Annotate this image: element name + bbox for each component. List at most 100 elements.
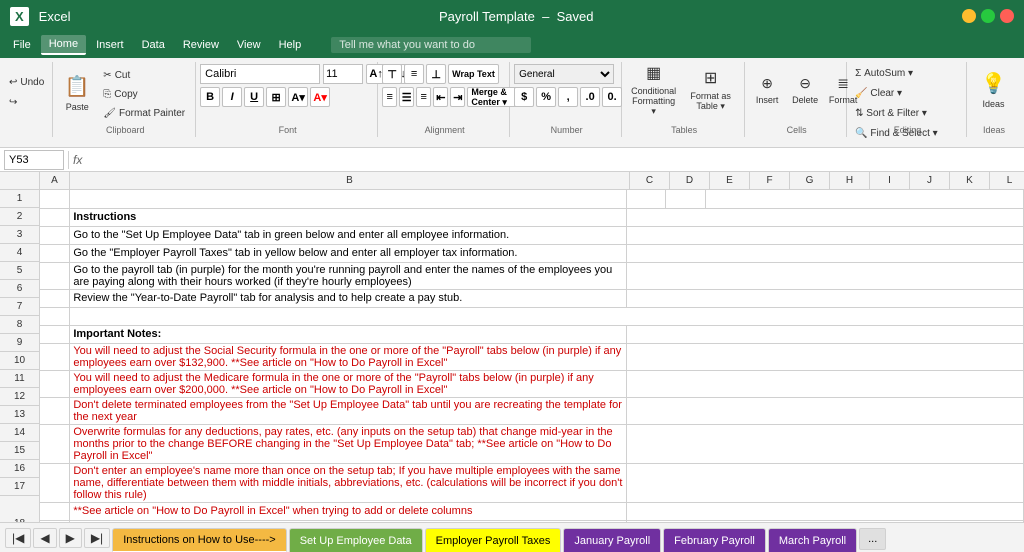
minimize-button[interactable] [962,9,976,23]
cell-A1[interactable] [40,190,70,208]
percent-button[interactable]: % [536,87,556,107]
cell-C15[interactable] [626,520,1023,522]
decimal-decrease-button[interactable]: 0. [602,87,622,107]
cell-B1[interactable] [70,190,626,208]
cell-C3[interactable] [626,226,1023,244]
cell-A8[interactable] [40,325,70,343]
decimal-increase-button[interactable]: .0 [580,87,600,107]
cell-B13[interactable]: Don't enter an employee's name more than… [70,463,626,502]
cell-C4[interactable] [626,244,1023,262]
cell-C13[interactable] [626,463,1023,502]
align-middle-button[interactable]: ≡ [404,64,424,84]
col-header-F[interactable]: F [750,172,790,189]
cell-B6[interactable]: Review the "Year-to-Date Payroll" tab fo… [70,289,626,307]
cell-C10[interactable] [626,370,1023,397]
cell-D1[interactable] [666,190,706,208]
tab-february[interactable]: February Payroll [663,528,766,552]
cell-A11[interactable] [40,397,70,424]
cell-A3[interactable] [40,226,70,244]
comma-button[interactable]: , [558,87,578,107]
insert-button[interactable]: ⊕ Insert [749,64,785,116]
italic-button[interactable]: I [222,87,242,107]
sort-filter-button[interactable]: ⇅ Sort & Filter ▾ [851,104,942,122]
row-header-15[interactable]: 15 [0,442,39,460]
align-bottom-button[interactable]: ⊥ [426,64,446,84]
cell-A7[interactable] [40,307,70,325]
align-center-button[interactable]: ☰ [399,87,414,107]
col-header-C[interactable]: C [630,172,670,189]
increase-indent-button[interactable]: ⇥ [450,87,465,107]
formula-input[interactable] [86,153,1020,167]
col-header-K[interactable]: K [950,172,990,189]
cell-C8[interactable] [626,325,1023,343]
col-header-L[interactable]: L [990,172,1024,189]
wrap-text-button[interactable]: Wrap Text [448,64,499,84]
cell-A5[interactable] [40,262,70,289]
col-header-A[interactable]: A [40,172,70,189]
menu-home[interactable]: Home [41,35,86,55]
fill-color-button[interactable]: A▾ [288,87,308,107]
row-header-17[interactable]: 17 [0,478,39,496]
col-header-I[interactable]: I [870,172,910,189]
select-all-corner[interactable] [0,172,40,189]
cell-C1[interactable] [626,190,666,208]
tab-prev-button[interactable]: ◀ [33,528,56,548]
cell-A12[interactable] [40,424,70,463]
cut-button[interactable]: ✂ Cut [99,66,189,84]
cell-A4[interactable] [40,244,70,262]
tab-first-button[interactable]: |◀ [5,528,31,548]
col-header-J[interactable]: J [910,172,950,189]
col-header-E[interactable]: E [710,172,750,189]
cell-A14[interactable] [40,502,70,520]
cell-A6[interactable] [40,289,70,307]
menu-view[interactable]: View [229,36,269,54]
cell-B10[interactable]: You will need to adjust the Medicare for… [70,370,626,397]
cell-B7[interactable] [70,307,1024,325]
cell-B5[interactable]: Go to the payroll tab (in purple) for th… [70,262,626,289]
row-header-3[interactable]: 3 [0,226,39,244]
underline-button[interactable]: U [244,87,264,107]
format-painter-button[interactable]: 🖌 Format Painter [99,104,189,122]
row-header-9[interactable]: 9 [0,334,39,352]
currency-button[interactable]: $ [514,87,534,107]
cell-B11[interactable]: Don't delete terminated employees from t… [70,397,626,424]
tab-march[interactable]: March Payroll [768,528,857,552]
cell-B15[interactable]: **All payroll tabs show 160 rows; This m… [70,520,626,522]
cell-B9[interactable]: You will need to adjust the Social Secur… [70,343,626,370]
tab-next-button[interactable]: ▶ [59,528,82,548]
format-as-table-button[interactable]: ⊞ Format as Table ▾ [683,64,738,116]
copy-button[interactable]: ⎘ Copy [99,85,189,103]
cell-C6[interactable] [626,289,1023,307]
cell-E1[interactable] [706,190,1024,208]
border-button[interactable]: ⊞ [266,87,286,107]
autosum-button[interactable]: Σ AutoSum ▾ [851,64,942,82]
paste-button[interactable]: 📋 Paste [57,65,97,121]
font-color-button[interactable]: A▾ [310,87,330,107]
col-header-G[interactable]: G [790,172,830,189]
redo-button[interactable]: ↪ [5,94,48,112]
tab-january[interactable]: January Payroll [563,528,661,552]
undo-button[interactable]: ↩ Undo [5,74,48,92]
cell-C14[interactable] [626,502,1023,520]
tab-setup[interactable]: Set Up Employee Data [289,528,423,552]
row-header-1[interactable]: 1 [0,190,39,208]
row-header-16[interactable]: 16 [0,460,39,478]
col-header-B[interactable]: B [70,172,630,189]
search-input[interactable] [331,37,531,53]
conditional-formatting-button[interactable]: ▦ Conditional Formatting ▾ [626,64,681,116]
cell-B14[interactable]: **See article on "How to Do Payroll in E… [70,502,626,520]
row-header-11[interactable]: 11 [0,370,39,388]
align-top-button[interactable]: ⊤ [382,64,402,84]
menu-data[interactable]: Data [134,36,173,54]
col-header-D[interactable]: D [670,172,710,189]
cell-A10[interactable] [40,370,70,397]
row-header-7[interactable]: 7 [0,298,39,316]
maximize-button[interactable] [981,9,995,23]
menu-file[interactable]: File [5,36,39,54]
tab-more-button[interactable]: ... [859,528,886,550]
row-header-4[interactable]: 4 [0,244,39,262]
cell-C11[interactable] [626,397,1023,424]
cell-A2[interactable] [40,208,70,226]
tab-instructions[interactable]: Instructions on How to Use----> [112,528,287,552]
tab-last-button[interactable]: ▶| [84,528,110,548]
